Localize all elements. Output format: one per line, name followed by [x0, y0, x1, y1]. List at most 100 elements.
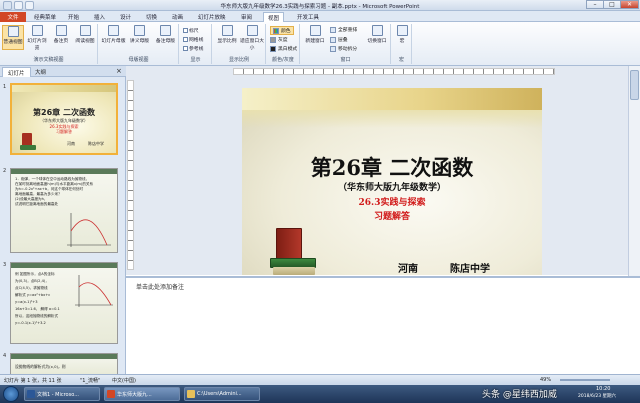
guides-checkbox[interactable]: 参考线 [183, 45, 203, 52]
notes-master-button[interactable]: 备注母版 [153, 25, 178, 50]
tab-insert[interactable]: 插入 [90, 12, 109, 22]
cascade-button[interactable]: 层叠 [330, 36, 348, 43]
tab-file[interactable]: 文件 [0, 12, 26, 22]
switch-window-button[interactable]: 切换窗口 [365, 25, 389, 50]
school-name: 陈店中学 [450, 264, 490, 275]
group-label: 宏 [398, 57, 404, 63]
clock-date[interactable]: 2018/6/23 星期六 [578, 393, 616, 399]
group-color-grayscale: 颜色 灰度 黑白模式 颜色/灰度 [267, 24, 300, 64]
thumb-text: 1．炮弹，一个球体在空中运动路线为抛物线， 在某时刻离地面高度h(m)与水平距离… [15, 177, 94, 206]
thumb-header-band [12, 85, 116, 92]
color-button[interactable]: 颜色 [270, 26, 294, 35]
thumb-text: 设抛物线的解析式为(x,0)，则 [15, 364, 66, 369]
color-icon [273, 27, 279, 34]
word-icon [27, 390, 35, 398]
tab-slides[interactable]: 幻灯片 [2, 67, 31, 77]
tab-animations[interactable]: 动画 [168, 12, 187, 22]
ribbon: 普通视图 幻灯片浏览 备注页 阅读视图 演示文稿视图 幻灯片母版 讲义母版 备注… [0, 22, 640, 66]
watermark: 头条 @星纬西加威 [482, 390, 557, 400]
switch-window-icon [371, 25, 383, 36]
slide-counter: 幻灯片 第 1 张，共 11 张 [4, 378, 62, 384]
fit-to-window-button[interactable]: 适应窗口大小 [240, 25, 264, 51]
group-label: 颜色/灰度 [272, 57, 294, 63]
fit-window-icon [246, 25, 258, 36]
group-show: 标尺 网格线 参考线 显示 [180, 24, 212, 64]
slide-title: 第26章 二次函数 [310, 155, 474, 180]
slide-number: 4 [3, 353, 7, 359]
thumb-text: 例 如图所示，点A的坐标 为(0,3)，点B(2,4)， 点C(4,5)，求抛物… [15, 272, 60, 325]
close-button[interactable]: ✕ [620, 0, 639, 9]
handout-master-button[interactable]: 讲义母版 [127, 25, 152, 50]
tab-outline[interactable]: 大纲 [30, 67, 51, 77]
notes-master-icon [160, 25, 171, 36]
folder-icon [187, 390, 195, 398]
notes-page-icon [55, 25, 67, 36]
close-pane-button[interactable]: × [116, 67, 122, 75]
tab-transitions[interactable]: 切换 [142, 12, 161, 22]
scroll-thumb[interactable] [630, 70, 639, 100]
zoom-slider[interactable] [560, 379, 610, 381]
slide-master-icon [108, 25, 119, 36]
group-zoom: 显示比例 适应窗口大小 显示比例 [213, 24, 266, 64]
tab-developer[interactable]: 开发工具 [293, 12, 323, 22]
tab-home[interactable]: 开始 [64, 12, 83, 22]
group-label: 显示 [190, 57, 201, 63]
vertical-scrollbar[interactable] [628, 66, 640, 276]
clock-time[interactable]: 10:20 [596, 386, 610, 392]
windows-taskbar: 文档1 - Microso... 华东师大版九... C:\Users\Admi… [0, 385, 640, 403]
window-title: 华东师大版九年级数学26.3实践与探索习题 - 副本.pptx - Micros… [220, 4, 420, 10]
black-white-button[interactable]: 黑白模式 [270, 45, 297, 52]
slide-master-button[interactable]: 幻灯片母版 [101, 25, 126, 50]
slide-thumbnail-1[interactable]: 第26章 二次函数 （华东师大版九年级数学） 26.3实践与探索 习题解答 河南… [10, 83, 118, 155]
notes-page-button[interactable]: 备注页 [50, 25, 72, 50]
horizontal-ruler [233, 68, 555, 75]
slide-sorter-button[interactable]: 幻灯片浏览 [26, 25, 48, 51]
slide-sorter-icon [31, 25, 43, 36]
group-window: 新建窗口 全部重排 层叠 移动拆分 切换窗口 窗口 [301, 24, 391, 64]
group-label: 显示比例 [228, 57, 249, 63]
minimize-button[interactable]: – [586, 0, 604, 9]
new-window-button[interactable]: 新建窗口 [303, 25, 327, 50]
group-master-views: 幻灯片母版 讲义母版 备注母版 母版视图 [99, 24, 179, 64]
group-label: 演示文稿视图 [33, 57, 64, 63]
book-stack-icon [273, 267, 315, 275]
maximize-button[interactable]: □ [603, 0, 621, 9]
taskbar-item-word[interactable]: 文档1 - Microso... [24, 387, 100, 401]
books-illustration [270, 224, 320, 275]
slide-thumbnail-4[interactable]: 设抛物线的解析式为(x,0)，则 [10, 353, 118, 374]
normal-view-button[interactable]: 普通视图 [2, 25, 24, 50]
notes-placeholder[interactable]: 单击此处添加备注 [136, 282, 184, 291]
thumb-school-right: 陈店中学 [88, 141, 104, 146]
move-split-button[interactable]: 移动拆分 [330, 45, 357, 52]
zoom-button[interactable]: 显示比例 [215, 25, 239, 50]
slide-number: 3 [3, 262, 7, 268]
tab-slideshow[interactable]: 幻灯片放映 [194, 12, 230, 22]
grayscale-icon [270, 36, 276, 43]
move-split-icon [330, 45, 336, 52]
tab-design[interactable]: 设计 [116, 12, 135, 22]
book-stack-icon [20, 145, 36, 150]
tab-view[interactable]: 视图 [263, 12, 285, 22]
slide-header-shadow [242, 110, 542, 128]
notes-pane[interactable]: 单击此处添加备注 [126, 276, 640, 374]
macros-button[interactable]: 宏 [393, 25, 411, 50]
slide-section-2: 习题解答 [373, 212, 410, 222]
language: 中文(中国) [112, 378, 136, 384]
tab-review[interactable]: 审阅 [237, 12, 256, 22]
start-button[interactable] [3, 386, 19, 402]
zoom-level[interactable]: 49% [540, 377, 551, 383]
taskbar-item-explorer[interactable]: C:\Users\Admini... [184, 387, 260, 401]
arrange-all-button[interactable]: 全部重排 [330, 26, 357, 33]
slide-subtitle: （华东师大版九年级数学） [337, 183, 446, 193]
reading-view-button[interactable]: 阅读视图 [74, 25, 96, 50]
slide-thumbnail-2[interactable]: 1．炮弹，一个球体在空中运动路线为抛物线， 在某时刻离地面高度h(m)与水平距离… [10, 168, 118, 253]
slide-thumbnail-3[interactable]: 例 如图所示，点A的坐标 为(0,3)，点B(2,4)， 点C(4,5)，求抛物… [10, 262, 118, 344]
taskbar-item-powerpoint[interactable]: 华东师大版九... [104, 387, 180, 401]
grayscale-button[interactable]: 灰度 [270, 36, 288, 43]
zoom-icon [221, 25, 233, 36]
macro-icon [396, 25, 408, 36]
tab-classic-menu[interactable]: 经典菜单 [30, 12, 60, 22]
ruler-checkbox[interactable]: 标尺 [183, 27, 199, 34]
gridlines-checkbox[interactable]: 网格线 [183, 36, 203, 43]
main-slide[interactable]: 第26章 二次函数 （华东师大版九年级数学） 26.3实践与探索 习题解答 河南… [242, 88, 542, 275]
